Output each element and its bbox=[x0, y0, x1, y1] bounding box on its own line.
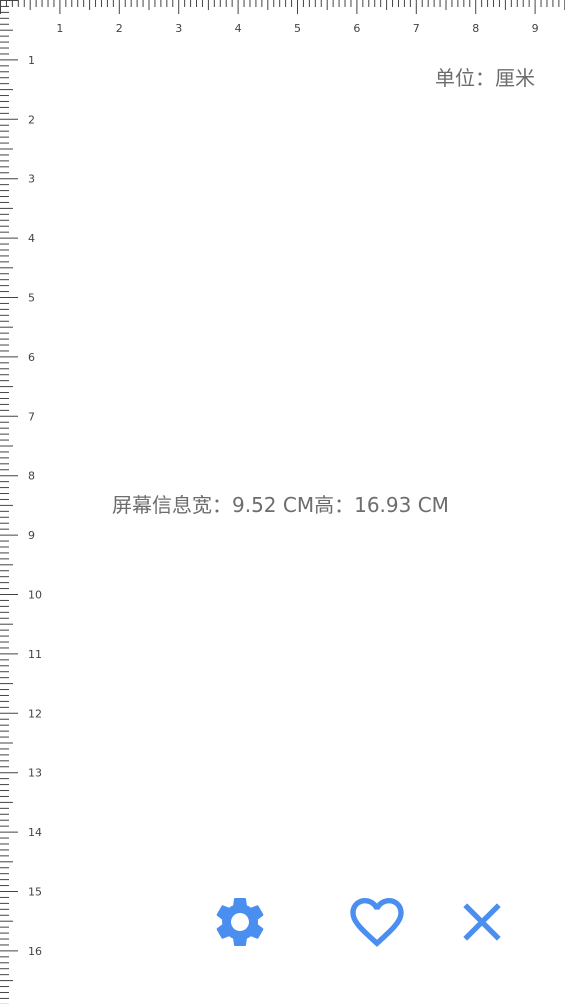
close-icon bbox=[463, 903, 501, 941]
ruler-left-label: 4 bbox=[28, 232, 35, 245]
ruler-top-label: 5 bbox=[294, 22, 301, 35]
ruler-left-label: 1 bbox=[28, 54, 35, 67]
close-button[interactable] bbox=[450, 890, 514, 954]
ruler-top-label: 2 bbox=[116, 22, 123, 35]
heart-outline-icon bbox=[350, 898, 404, 947]
ruler-top: 1 2 3 4 5 6 7 8 9 bbox=[0, 0, 565, 35]
ruler-top-label: 7 bbox=[413, 22, 420, 35]
ruler-left-label: 6 bbox=[28, 351, 35, 364]
screen-info-text: 屏幕信息宽：9.52 CM高：16.93 CM bbox=[112, 493, 449, 517]
settings-button[interactable] bbox=[208, 890, 272, 954]
ruler-top-label: 3 bbox=[175, 22, 182, 35]
ruler-top-label: 4 bbox=[235, 22, 242, 35]
ruler-top-label: 8 bbox=[472, 22, 479, 35]
ruler-left-label: 10 bbox=[28, 589, 42, 602]
ruler-left-label: 3 bbox=[28, 173, 35, 186]
ruler-left-label: 13 bbox=[28, 767, 42, 780]
ruler-top-label: 1 bbox=[56, 22, 63, 35]
ruler-left-label: 8 bbox=[28, 470, 35, 483]
favorite-button[interactable] bbox=[345, 890, 409, 954]
ruler-left-label: 14 bbox=[28, 826, 42, 839]
ruler-left-label: 5 bbox=[28, 292, 35, 305]
ruler-left: 12345678910111213141516 bbox=[0, 0, 42, 1004]
ruler-left-label: 12 bbox=[28, 707, 42, 720]
ruler-left-label: 11 bbox=[28, 648, 42, 661]
ruler-top-label: 6 bbox=[353, 22, 360, 35]
ruler-left-label: 9 bbox=[28, 529, 35, 542]
ruler-left-label: 16 bbox=[28, 945, 42, 958]
ruler-left-label: 7 bbox=[28, 410, 35, 423]
ruler-left-label: 2 bbox=[28, 113, 35, 126]
gear-icon bbox=[216, 898, 264, 946]
unit-label: 单位：厘米 bbox=[435, 66, 535, 90]
ruler-top-label: 9 bbox=[532, 22, 539, 35]
ruler-left-label: 15 bbox=[28, 886, 42, 899]
